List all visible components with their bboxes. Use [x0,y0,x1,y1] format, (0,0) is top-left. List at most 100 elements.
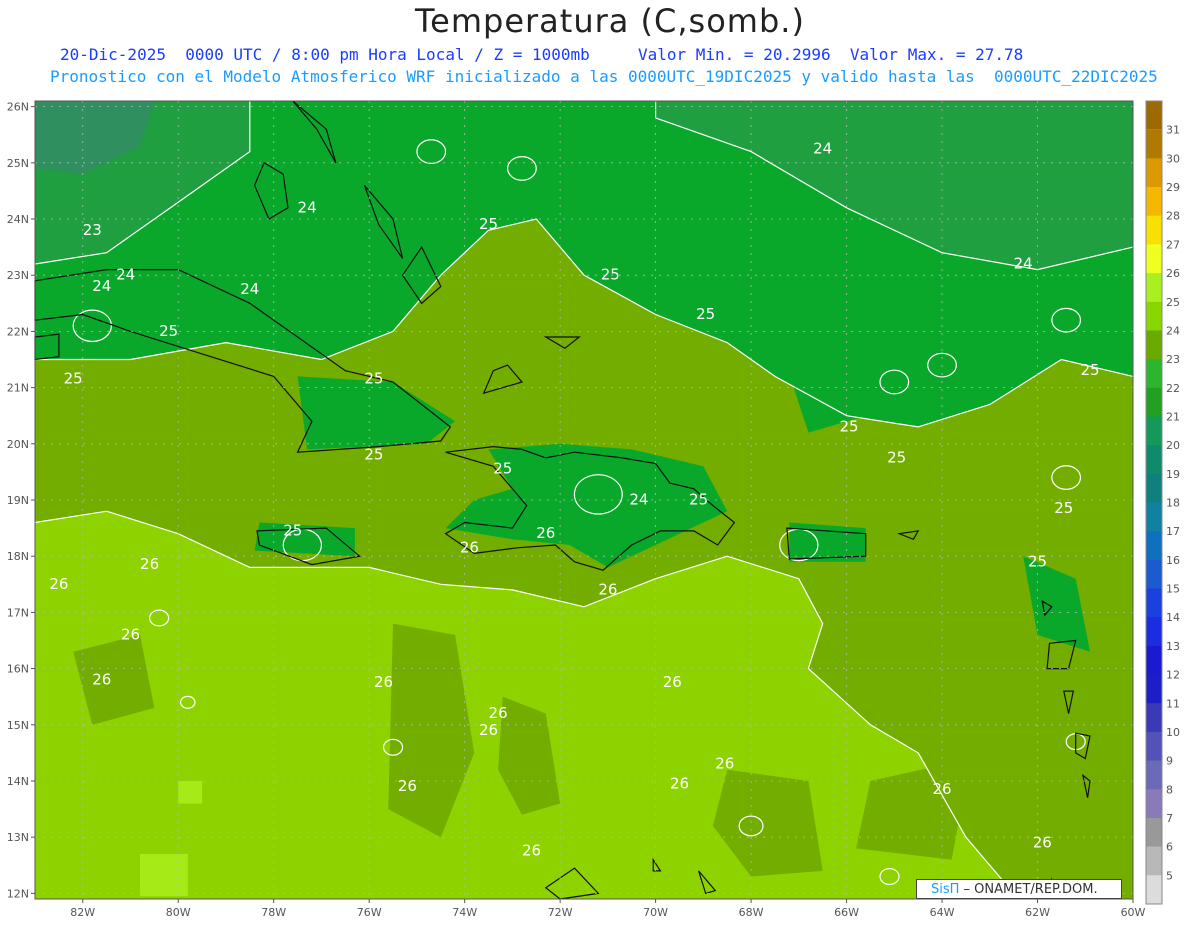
legend-swatch [1146,244,1162,274]
isotherm-label: 25 [601,266,620,284]
isotherm-label: 25 [479,215,498,233]
legend-swatch [1146,846,1162,876]
lon-label: 82W [70,906,95,919]
isotherm-label: 25 [1028,552,1047,570]
isotherm-label: 26 [398,777,417,795]
lon-label: 62W [1025,906,1050,919]
legend-label: 26 [1166,267,1180,280]
legend-swatch [1146,158,1162,188]
legend-label: 29 [1166,181,1180,194]
legend-label: 7 [1166,812,1173,825]
legend-swatch [1146,129,1162,159]
legend-label: 24 [1166,324,1180,337]
isotherm-label: 25 [696,305,715,323]
legend-label: 27 [1166,238,1180,251]
isotherm-label: 26 [460,538,479,556]
lon-label: 66W [834,906,859,919]
legend-swatch [1146,531,1162,561]
legend-label: 28 [1166,210,1180,223]
isotherm-label: 24 [240,280,259,298]
isotherm-label: 26 [663,673,682,691]
isotherm-label: 26 [522,842,541,860]
lat-label: 18N [7,550,29,563]
isotherm-label: 25 [689,491,708,509]
lon-label: 74W [452,906,477,919]
temperature-field [35,101,1133,899]
lat-label: 23N [7,269,29,282]
legend-swatch [1146,588,1162,618]
lon-label: 70W [643,906,668,919]
isotherm-label: 25 [887,448,906,466]
isotherm-label: 25 [64,370,83,388]
legend-swatch [1146,330,1162,360]
lon-label: 72W [548,906,573,919]
legend-swatch [1146,473,1162,503]
legend-label: 25 [1166,296,1180,309]
lat-label: 12N [7,887,29,900]
legend-swatch [1146,703,1162,733]
isotherm-label: 26 [140,555,159,573]
legend-label: 12 [1166,669,1180,682]
lon-label: 80W [166,906,191,919]
legend-label: 19 [1166,468,1180,481]
legend-label: 9 [1166,755,1173,768]
isotherm-label: 26 [536,524,555,542]
lat-label: 24N [7,213,29,226]
field-27C-pocket-0 [140,854,188,897]
isotherm-label: 25 [364,370,383,388]
lat-label: 14N [7,775,29,788]
isotherm-label: 25 [1080,361,1099,379]
lon-label: 76W [357,906,382,919]
sispi-logo-text: SisΠ [931,882,960,897]
lon-label: 68W [739,906,764,919]
isotherm-label: 26 [598,580,617,598]
isotherm-label: 26 [49,575,68,593]
isotherm-label: 24 [298,198,317,216]
legend-swatch [1146,674,1162,704]
isotherm-label: 24 [116,266,135,284]
legend-swatch [1146,301,1162,331]
isotherm-label: 25 [283,521,302,539]
legend-label: 20 [1166,439,1180,452]
temperature-map: 24 23 24 24 24 24 25 25 25 24 25 25 25 25 25 25 25 25 24 25… [7,100,1180,919]
lat-label: 17N [7,606,29,619]
legend-label: 10 [1166,726,1180,739]
isotherm-label: 26 [479,721,498,739]
isotherm-label: 26 [932,780,951,798]
legend-label: 21 [1166,411,1180,424]
isotherm-label: 26 [670,774,689,792]
isotherm-label: 24 [813,139,832,157]
legend-swatch [1146,416,1162,446]
legend-swatch [1146,359,1162,389]
legend-label: 23 [1166,353,1180,366]
legend-swatch [1146,760,1162,790]
field-27C-pocket-1 [178,781,203,804]
legend-swatch [1146,875,1162,905]
color-legend: 31 30 29 28 27 26 25 24 23 22 21 20 19 18 17 16 15 14 13 12… [1145,100,1180,905]
legend-label: 8 [1166,783,1173,796]
isotherm-label: 25 [1054,499,1073,517]
legend-label: 5 [1166,869,1173,882]
legend-swatch [1146,731,1162,762]
legend-swatch [1146,273,1162,303]
legend-label: 16 [1166,554,1180,567]
lat-label: 16N [7,663,29,676]
legend-swatch [1146,187,1162,217]
legend-swatch [1146,502,1162,532]
lat-label: 21N [7,382,29,395]
isotherm-label: 25 [159,322,178,340]
legend-label: 31 [1166,124,1180,137]
lat-label: 15N [7,719,29,732]
legend-label: 22 [1166,382,1180,395]
isotherm-label: 24 [1014,255,1033,273]
isotherm-label: 26 [489,704,508,722]
isotherm-label: 25 [839,417,858,435]
legend-swatch [1146,645,1162,676]
isotherm-label: 26 [374,673,393,691]
lat-label: 25N [7,157,29,170]
legend-swatch [1146,789,1162,819]
legend-label: 30 [1166,152,1180,165]
legend-swatch [1146,387,1162,417]
isotherm-label: 24 [92,277,111,295]
isotherm-label: 26 [1033,833,1052,851]
